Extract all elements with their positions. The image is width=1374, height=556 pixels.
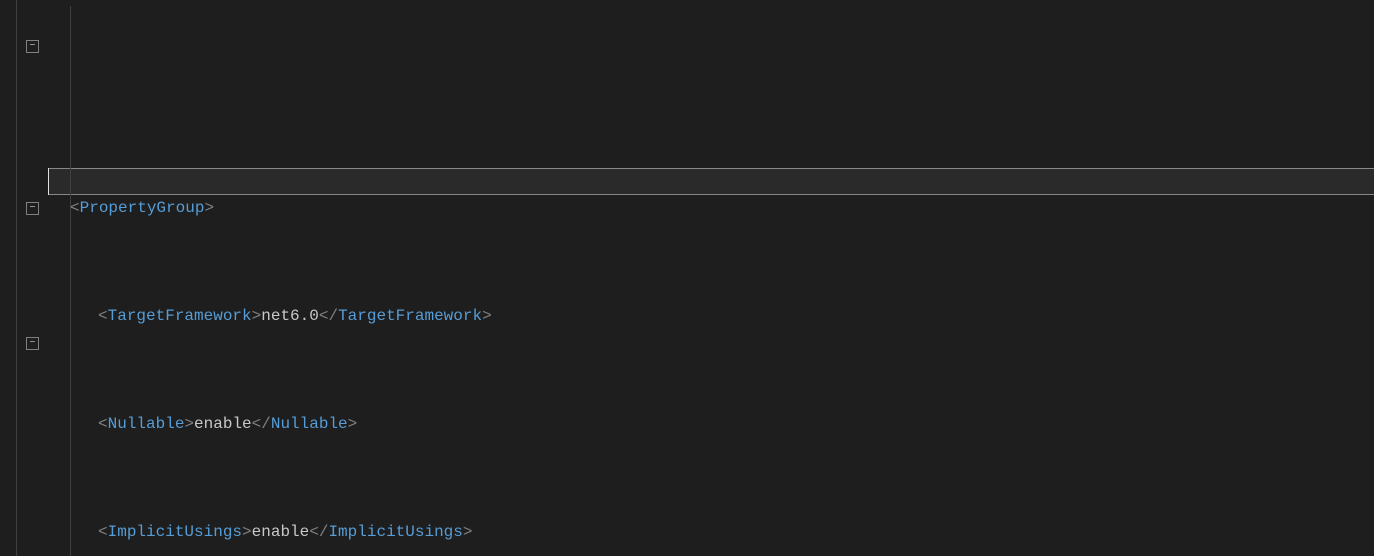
caret	[48, 168, 49, 195]
xml-element: <ImplicitUsings>enable</ImplicitUsings>	[48, 519, 1374, 546]
xml-open-tag: <PropertyGroup>	[48, 195, 1374, 222]
xml-element: <Nullable>enable</Nullable>	[48, 411, 1374, 438]
xml-element: <TargetFramework>net6.0</TargetFramework…	[48, 303, 1374, 330]
current-line-highlight	[48, 168, 1374, 195]
code-editor[interactable]: − − − <PropertyGroup> <TargetFramework>net…	[0, 0, 1374, 556]
fold-toggle[interactable]: −	[26, 337, 39, 350]
gutter: − − −	[0, 0, 48, 556]
indent-guide	[70, 6, 71, 556]
outline-guide	[16, 0, 17, 556]
fold-toggle[interactable]: −	[26, 202, 39, 215]
fold-toggle[interactable]: −	[26, 40, 39, 53]
code-area[interactable]: <PropertyGroup> <TargetFramework>net6.0<…	[48, 0, 1374, 556]
